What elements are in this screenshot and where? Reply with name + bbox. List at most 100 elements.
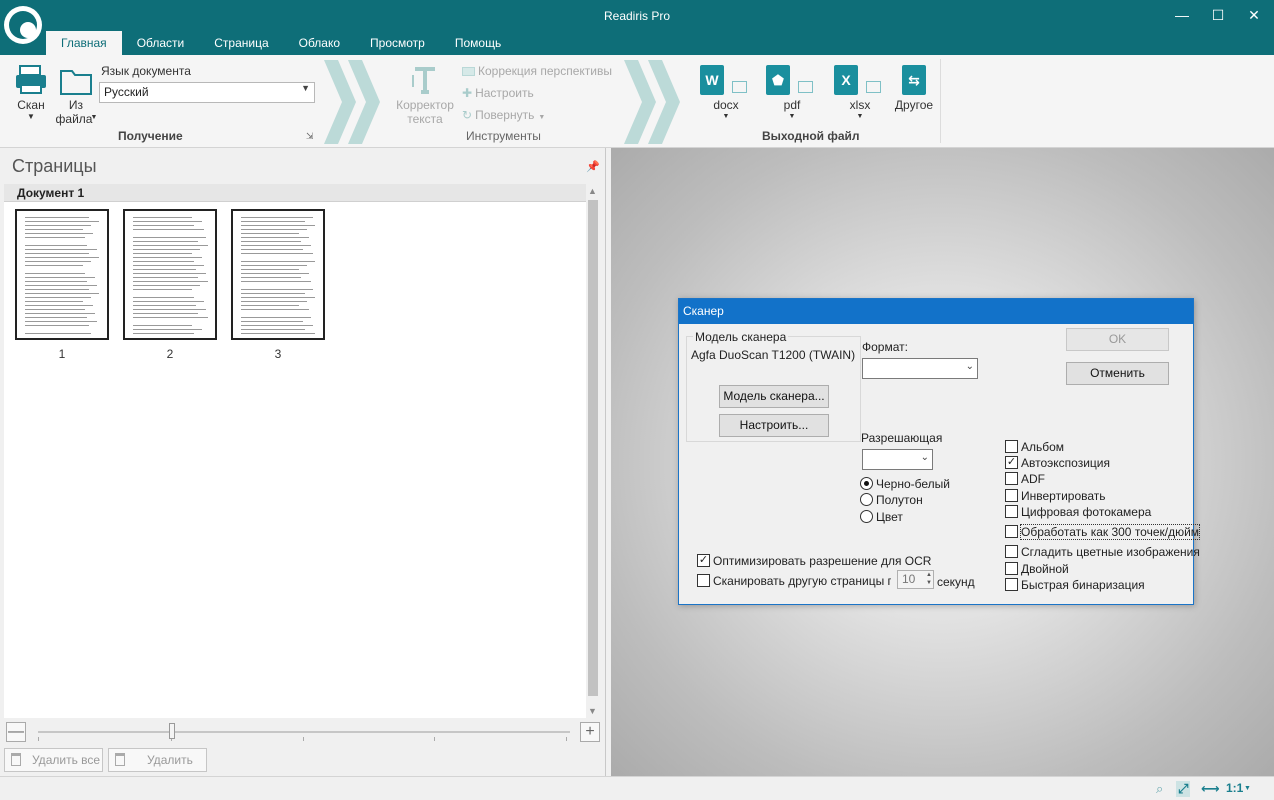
scanner-model-button[interactable]: Модель сканера... (719, 385, 829, 408)
from-file-button[interactable]: Из файла ▼ (54, 63, 98, 126)
window-title: Readiris Pro (603, 9, 671, 23)
scan-other-page-label: Сканировать другую страницы посл (713, 574, 891, 588)
slider-tick (434, 737, 435, 741)
tab-home[interactable]: Главная (46, 31, 122, 55)
xlsx-output-button[interactable]: X xlsx ▼ (834, 63, 886, 125)
tab-help[interactable]: Помощь (440, 31, 516, 55)
document-header[interactable]: Документ 1 (4, 184, 586, 202)
thumbnail-text-line (25, 317, 87, 318)
optimize-ocr-label: Оптимизировать разрешение для OCR (713, 554, 932, 568)
thumbnail-area: 1 2 3 (4, 202, 586, 718)
thumbnail-text-line (133, 277, 198, 278)
thumbnail-text-line (241, 305, 299, 306)
thumbnail-text-line (241, 273, 309, 274)
minimize-button[interactable]: — (1164, 4, 1200, 26)
ok-button[interactable]: OK (1066, 328, 1169, 351)
workflow-chevron-icon-2 (624, 60, 680, 144)
thumbnail-text-line (25, 333, 91, 334)
exchange-file-icon: ⇆ (902, 65, 926, 95)
thumbnail-text-line (241, 281, 311, 282)
scroll-up-icon[interactable]: ▲ (588, 186, 597, 196)
stepper-up-icon[interactable]: ▲ (926, 572, 932, 579)
thumbnail-text-line (133, 245, 208, 246)
digital-camera-label: Цифровая фотокамера (1021, 505, 1152, 519)
thumbnail-text-line (241, 245, 311, 246)
zoom-slider-thumb[interactable] (169, 723, 175, 739)
docx-output-button[interactable]: W docx ▼ (700, 63, 752, 125)
word-file-icon: W (700, 65, 724, 95)
scan-label: Скан (17, 98, 45, 112)
pin-icon[interactable]: 📌 (586, 160, 600, 173)
perspective-correction-button[interactable]: Коррекция перспективы (462, 64, 612, 78)
resolution-select[interactable]: ⌄ (862, 449, 933, 470)
actual-size-button[interactable]: 1:1 (1226, 781, 1243, 795)
configure-tool-label: Настроить (475, 86, 534, 100)
maximize-button[interactable]: ☐ (1200, 4, 1236, 26)
configure-scanner-button[interactable]: Настроить... (719, 414, 829, 437)
delete-all-button[interactable]: Удалить все (4, 748, 103, 772)
delay-stepper[interactable]: 10 ▲ ▼ (897, 570, 934, 589)
zoom-in-button[interactable]: + (580, 722, 600, 742)
thumbnail-text-line (133, 309, 206, 310)
page-thumbnail-1[interactable] (15, 209, 109, 340)
tab-cloud[interactable]: Облако (284, 31, 355, 55)
checkbox-box (697, 574, 710, 587)
magnifier-icon[interactable]: ⌕ (1156, 781, 1163, 797)
cancel-button[interactable]: Отменить (1066, 362, 1169, 385)
language-select[interactable]: Русский ▼ (99, 82, 315, 103)
thumbnail-text-line (241, 333, 315, 334)
thumbnail-text-line (241, 329, 305, 330)
pages-scrollbar[interactable]: ▲ ▼ (586, 184, 600, 718)
rotate-button[interactable]: ↻ Повернуть ▼ (462, 108, 545, 122)
zoom-out-button[interactable]: — (6, 722, 26, 742)
thumbnail-text-line (25, 277, 95, 278)
folder-small-icon (798, 81, 813, 93)
slider-tick (303, 737, 304, 741)
scanner-model-group: Модель сканера Agfa DuoScan T1200 (TWAIN… (686, 330, 861, 442)
thumbnail-text-line (133, 313, 198, 314)
scroll-down-icon[interactable]: ▼ (588, 706, 597, 716)
delete-label: Удалить (147, 753, 193, 767)
xlsx-dropdown-icon: ▼ (856, 113, 864, 120)
zoom-slider-track[interactable] (38, 731, 570, 733)
fit-width-icon[interactable]: ⟷ (1201, 781, 1220, 797)
tab-page[interactable]: Страница (199, 31, 283, 55)
scanner-icon (16, 65, 46, 94)
chevron-down-icon: ⌄ (965, 361, 974, 372)
thumbnail-text-line (133, 217, 192, 218)
zoom-bar: — + (0, 720, 606, 744)
delete-button[interactable]: Удалить (108, 748, 207, 772)
scanner-model-group-title: Модель сканера (693, 330, 789, 344)
format-select[interactable]: ⌄ (862, 358, 978, 379)
seconds-label: секунд (937, 575, 975, 589)
pages-pane: Страницы 📌 Документ 1 1 2 3 ▲ ▼ — + Удал… (0, 148, 606, 776)
dialog-launcher-icon[interactable]: ⇲ (306, 131, 314, 142)
thumbnail-text-line (25, 261, 91, 262)
resolution-label: Разрешающая (861, 431, 943, 445)
tab-areas[interactable]: Области (122, 31, 200, 55)
thumbnail-text-line (25, 289, 89, 290)
stepper-down-icon[interactable]: ▼ (926, 580, 932, 587)
other-output-button[interactable]: ⇆ Другое (892, 63, 936, 125)
scan-button[interactable]: Скан ▼ (12, 63, 50, 125)
pdf-dropdown-icon: ▼ (788, 113, 796, 120)
fit-page-icon[interactable]: ⤢ (1176, 781, 1191, 797)
adf-label: ADF (1021, 472, 1045, 486)
configure-tool-button[interactable]: ✚ Настроить (462, 86, 534, 100)
tab-view[interactable]: Просмотр (355, 31, 440, 55)
close-button[interactable]: ✕ (1236, 4, 1272, 26)
thumbnail-text-line (241, 217, 313, 218)
thumbnail-text-line (25, 313, 95, 314)
other-label: Другое (894, 98, 934, 112)
pdf-output-button[interactable]: ⬟ pdf ▼ (766, 63, 818, 125)
perspective-icon (462, 67, 475, 76)
title-bar: Readiris Pro — ☐ ✕ Главная Области Стран… (0, 0, 1274, 55)
thumbnail-text-line (25, 309, 85, 310)
zoom-dropdown-icon[interactable]: ▼ (1244, 785, 1251, 792)
page-thumbnail-2[interactable] (123, 209, 217, 340)
text-corrector-button[interactable]: Корректор текста (392, 63, 458, 126)
page-thumbnail-3[interactable] (231, 209, 325, 340)
scrollbar-thumb[interactable] (588, 200, 598, 696)
thumbnail-text-line (25, 225, 91, 226)
thumbnail-text-line (25, 233, 93, 234)
